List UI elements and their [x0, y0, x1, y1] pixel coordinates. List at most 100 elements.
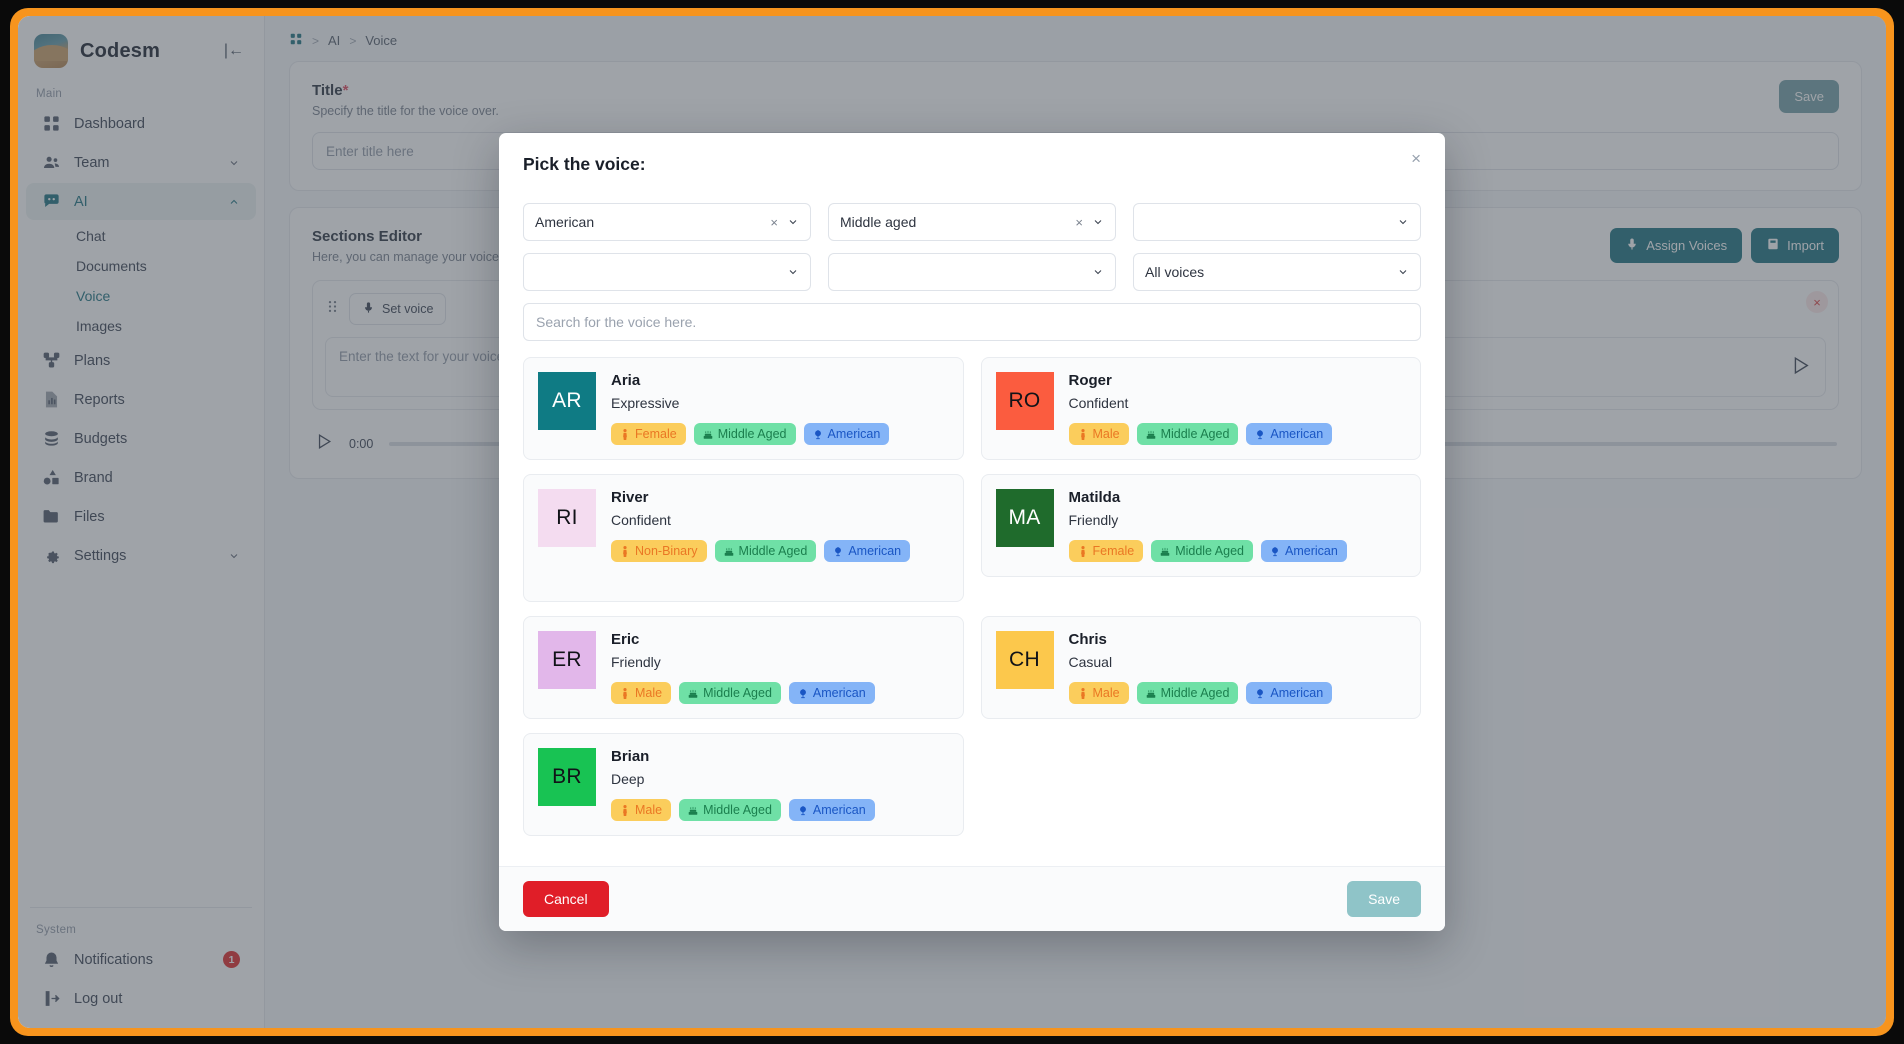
voice-card[interactable]: RO Roger Confident Male Middle Aged American — [980, 357, 1421, 460]
voice-tag-label: Middle Aged — [703, 803, 772, 817]
voice-tag-row: Female Middle Aged American — [1068, 540, 1407, 562]
voice-grid: AR Aria Expressive Female Middle Aged America… — [523, 357, 1421, 836]
age-icon — [1160, 546, 1170, 557]
voice-card[interactable]: AR Aria Expressive Female Middle Aged America… — [523, 357, 964, 460]
filter-grid: American × Middle aged × All voices — [523, 203, 1421, 291]
close-icon[interactable]: × — [1405, 147, 1427, 170]
chevron-down-icon — [1397, 266, 1409, 278]
voice-tag-gender: Non-Binary — [611, 540, 707, 562]
clear-icon[interactable]: × — [770, 215, 778, 230]
voice-style: Deep — [611, 771, 645, 787]
voice-name: Eric — [611, 631, 640, 648]
search-input[interactable] — [536, 314, 1408, 330]
chevron-down-icon — [1092, 216, 1104, 228]
voice-card-body: Chris Casual Male Middle Aged American — [1068, 631, 1407, 704]
voice-tag-label: Female — [1092, 544, 1135, 558]
voice-tag-gender: Female — [611, 423, 686, 445]
voice-card[interactable]: MA Matilda Friendly Female Middle Aged Americ… — [980, 474, 1421, 577]
avatar: AR — [538, 372, 596, 430]
voice-card-body: Eric Friendly Male Middle Aged American — [611, 631, 949, 704]
chevron-down-icon — [1092, 266, 1104, 278]
voice-tag-label: Male — [1092, 427, 1120, 441]
voice-tag-label: American — [1270, 427, 1324, 441]
globe-icon — [833, 546, 843, 557]
use-case-filter-select[interactable] — [523, 253, 811, 291]
globe-icon — [1270, 546, 1280, 557]
modal-header: Pick the voice: × — [499, 133, 1445, 179]
voice-tag-age: Middle Aged — [1151, 540, 1253, 562]
voice-tag-accent: American — [1246, 423, 1333, 445]
voice-name: River — [611, 489, 649, 506]
voice-list-scroll[interactable]: AR Aria Expressive Female Middle Aged America… — [499, 341, 1445, 866]
voice-card-body: Aria Expressive Female Middle Aged American — [611, 372, 949, 445]
voice-tag-row: Male Middle Aged American — [611, 799, 949, 821]
voice-tag-row: Female Middle Aged American — [611, 423, 949, 445]
voice-tag-label: Middle Aged — [1160, 427, 1230, 441]
gender-filter-select[interactable] — [1133, 203, 1421, 241]
modal-footer: Cancel Save — [499, 866, 1445, 931]
globe-icon — [798, 805, 808, 816]
voice-tag-age: Middle Aged — [1136, 682, 1239, 704]
voice-tag-accent: American — [824, 540, 911, 562]
voice-tag-accent: American — [803, 423, 890, 445]
chevron-down-icon — [1397, 216, 1409, 228]
voice-name: Roger — [1068, 372, 1112, 389]
chevron-down-icon — [787, 216, 799, 228]
voice-tag-accent: American — [1261, 540, 1347, 562]
voice-card-body: Brian Deep Male Middle Aged American — [611, 748, 949, 821]
library-filter-select[interactable]: All voices — [1133, 253, 1421, 291]
voice-tag-accent: American — [1246, 682, 1333, 704]
age-filter-select[interactable]: Middle aged × — [828, 203, 1116, 241]
voice-tag-age: Middle Aged — [679, 682, 781, 704]
cancel-button[interactable]: Cancel — [523, 881, 609, 917]
voice-style: Confident — [1068, 395, 1129, 411]
language-filter-select[interactable] — [828, 253, 1116, 291]
voice-tag-gender: Male — [1068, 423, 1129, 445]
voice-tag-gender: Female — [1068, 540, 1144, 562]
voice-tag-label: American — [1270, 686, 1324, 700]
voice-tag-label: American — [1285, 544, 1338, 558]
app-viewport: Codesm |← Main Dashboard Team AI Chat Do… — [18, 16, 1886, 1028]
voice-card[interactable]: RI River Confident Non-Binary Middle Aged Ame… — [523, 474, 964, 602]
person-icon — [620, 545, 630, 557]
avatar: ER — [538, 631, 596, 689]
voice-card[interactable]: BR Brian Deep Male Middle Aged American — [523, 733, 964, 836]
person-icon — [620, 804, 630, 816]
avatar: BR — [538, 748, 596, 806]
modal-title: Pick the voice: — [523, 154, 646, 174]
voice-tag-accent: American — [788, 682, 875, 704]
voice-tag-age: Middle Aged — [1136, 423, 1239, 445]
voice-tag-gender: Male — [1068, 682, 1129, 704]
voice-card-body: Matilda Friendly Female Middle Aged American — [1068, 489, 1407, 562]
globe-icon — [1255, 429, 1265, 440]
voice-tag-label: Male — [635, 803, 663, 817]
accent-filter-select[interactable]: American × — [523, 203, 811, 241]
voice-tag-age: Middle Aged — [679, 799, 781, 821]
voice-card[interactable]: ER Eric Friendly Male Middle Aged American — [523, 616, 964, 719]
browser-window-frame: Codesm |← Main Dashboard Team AI Chat Do… — [10, 8, 1894, 1036]
pick-voice-modal: Pick the voice: × American × Middle aged… — [499, 133, 1445, 931]
voice-tag-label: Middle Aged — [703, 686, 772, 700]
person-icon — [1078, 545, 1088, 557]
voice-style: Casual — [1068, 654, 1113, 670]
voice-name: Brian — [611, 748, 650, 765]
avatar: MA — [995, 489, 1054, 547]
voice-tag-label: American — [848, 544, 902, 558]
voice-filters: American × Middle aged × All voices Sear… — [499, 179, 1445, 341]
voice-tag-label: Female — [635, 427, 677, 441]
voice-tag-label: Middle Aged — [1160, 686, 1230, 700]
save-button[interactable]: Save — [1347, 881, 1421, 917]
voice-card[interactable]: CH Chris Casual Male Middle Aged American — [980, 616, 1421, 719]
voice-tag-accent: American — [788, 799, 875, 821]
voice-name: Matilda — [1068, 489, 1121, 506]
voice-tag-row: Male Middle Aged American — [1068, 423, 1407, 445]
voice-tag-label: American — [812, 803, 866, 817]
voice-style: Confident — [611, 512, 671, 528]
voice-tag-gender: Male — [611, 682, 672, 704]
voice-search-box[interactable] — [523, 303, 1421, 341]
person-icon — [1078, 687, 1088, 699]
voice-tag-label: American — [827, 427, 881, 441]
voice-tag-label: American — [812, 686, 866, 700]
clear-icon[interactable]: × — [1075, 215, 1083, 230]
voice-tag-age: Middle Aged — [714, 540, 817, 562]
